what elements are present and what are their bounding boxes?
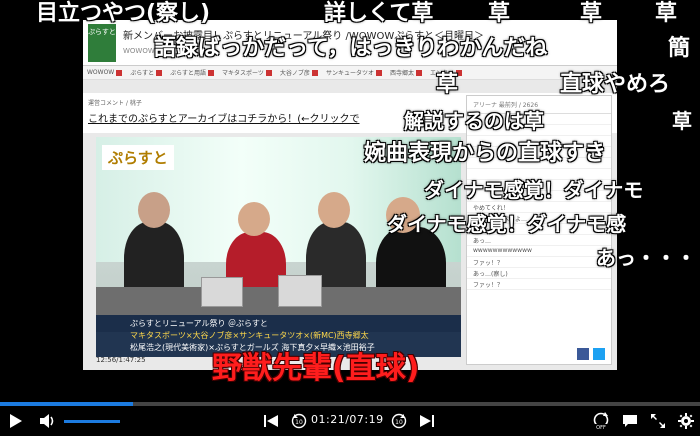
caption-title: ぷらすとリニューアル祭り xyxy=(130,319,226,328)
nav-item-label: 西寺郷太 xyxy=(389,70,414,77)
volume-button[interactable] xyxy=(38,412,58,430)
person-1-head xyxy=(138,192,170,228)
nav-item-label: ぷらすと xyxy=(130,70,155,77)
embedded-timecode: 12:56/1:47:25 xyxy=(96,356,146,364)
overlay-comment: 解説するのは草 xyxy=(404,109,544,133)
nav-item: WOWOW xyxy=(87,69,123,76)
overlay-comment: ダイナモ感覚！ダイナモ感 xyxy=(387,212,627,236)
overlay-comment: 簡 xyxy=(668,36,691,61)
play-button[interactable] xyxy=(6,412,26,430)
overlay-comment: あっ・・・ xyxy=(596,246,696,270)
volume-slider-fill xyxy=(64,420,120,423)
rewind-10-icon: 10 xyxy=(291,413,307,429)
nav-item: ぷらすと用語 xyxy=(170,68,215,77)
gear-icon xyxy=(678,413,694,429)
overlay-comment: 草 xyxy=(580,1,603,26)
nav-badge-icon xyxy=(208,69,215,76)
nav-badge-icon xyxy=(415,69,422,76)
skip-to-start-button[interactable] xyxy=(262,412,280,430)
nav-item: 西寺郷太 xyxy=(390,68,422,77)
nav-item: ぷらすと xyxy=(130,68,163,77)
nav-item: サンキュータツオ xyxy=(326,68,382,77)
nav-badge-icon xyxy=(311,69,318,76)
volume-slider[interactable] xyxy=(64,420,120,423)
overlay-comment: 草 xyxy=(672,109,692,133)
site-nav: WOWOW ぷらすと ぷらすと用語 マキタスポーツ 大谷ノブ彦 サンキュータツオ 西寺郷太エ… xyxy=(83,66,617,80)
overlay-comment: 野獣先輩(直球) xyxy=(212,351,420,386)
nav-badge-icon xyxy=(265,69,272,76)
player-controls: 10 01:21/07:19 10 OFF xyxy=(0,406,700,436)
person-2-head xyxy=(238,202,270,236)
nav-item-label: マキタスポーツ xyxy=(222,70,264,77)
speaker-icon xyxy=(40,414,54,428)
chat-line: あっ… xyxy=(467,235,611,246)
skip-end-icon xyxy=(420,415,434,427)
chat-line: ファッ！？ xyxy=(467,257,611,268)
ops-comment-label: 運営コメント / 桃子 xyxy=(88,100,142,107)
show-logo: ぷらすと xyxy=(102,145,174,170)
svg-text:10: 10 xyxy=(295,419,303,426)
site-logo: ぷらすと xyxy=(88,24,116,62)
loop-off-icon: OFF xyxy=(593,412,609,430)
laptop-2 xyxy=(278,275,322,307)
caption-title-suffix: ＠ぷらすと xyxy=(228,319,268,328)
archive-link: これまでのぷらすとアーカイブはコチラから！(←クリックで xyxy=(88,114,360,125)
comment-icon xyxy=(623,415,637,427)
person-3-head xyxy=(318,192,350,228)
play-icon xyxy=(10,414,22,428)
overlay-comment: 草 xyxy=(655,1,678,26)
overlay-comment: 草 xyxy=(488,1,511,26)
overlay-comment: 詳しくて草 xyxy=(324,1,434,26)
share-icons xyxy=(577,348,605,360)
time-display: 01:21/07:19 xyxy=(311,413,384,426)
svg-text:OFF: OFF xyxy=(596,425,606,430)
nav-badge-icon xyxy=(116,69,123,76)
overlay-comment: 語録ばっかだって，はっきりわかんだね xyxy=(154,36,548,61)
nav-badge-icon xyxy=(156,69,163,76)
skip-to-end-button[interactable] xyxy=(418,412,436,430)
svg-text:10: 10 xyxy=(395,419,403,426)
skip-start-icon xyxy=(264,415,278,427)
overlay-comment: 婉曲表現からの直球すき xyxy=(364,141,607,166)
forward-10-icon: 10 xyxy=(391,413,407,429)
laptop-1 xyxy=(201,277,243,307)
nav-item-label: 大谷ノブ彦 xyxy=(279,70,310,77)
facebook-icon xyxy=(577,348,589,360)
overlay-comment: 直球やめろ xyxy=(560,72,671,97)
chat-line: あっ…(察し) xyxy=(467,268,611,279)
overlay-comment: 草 xyxy=(436,72,459,97)
chat-line: ファッ！？ xyxy=(467,279,611,290)
nav-item: 大谷ノブ彦 xyxy=(280,68,318,77)
comment-toggle-button[interactable] xyxy=(620,412,640,430)
settings-button[interactable] xyxy=(676,412,696,430)
caption-cast-1: マキタスポーツ×大谷ノブ彦×サンキュータツオ×(新MC)西寺郷太 xyxy=(130,331,369,340)
fullscreen-icon xyxy=(651,414,665,428)
fullscreen-button[interactable] xyxy=(648,412,668,430)
overlay-comment: 目立つやつ(察し) xyxy=(36,1,211,26)
twitter-icon xyxy=(593,348,605,360)
rewind-10-button[interactable]: 10 xyxy=(290,412,308,430)
forward-10-button[interactable]: 10 xyxy=(390,412,408,430)
nav-item-label: ぷらすと用語 xyxy=(170,70,207,77)
nav-item-label: WOWOW xyxy=(87,69,115,76)
nav-item-label: サンキュータツオ xyxy=(325,70,374,77)
overlay-comment: ダイナモ感覚！ダイナモ xyxy=(424,178,644,202)
nav-item: マキタスポーツ xyxy=(222,68,272,77)
chat-line: wwwwwwwwwwww xyxy=(467,246,611,257)
stream-video: ぷらすと ぷらすとリニューアル祭り ＠ぷらすと マキタスポーツ×大谷ノブ彦×サン… xyxy=(96,137,461,357)
video-stage[interactable]: ぷらすと 新メンバーお披露目！ぷらすとリニューアル祭り /WOWOWぷらすと＜月… xyxy=(0,0,700,400)
nav-badge-icon xyxy=(375,69,382,76)
loop-button[interactable]: OFF xyxy=(590,412,612,430)
